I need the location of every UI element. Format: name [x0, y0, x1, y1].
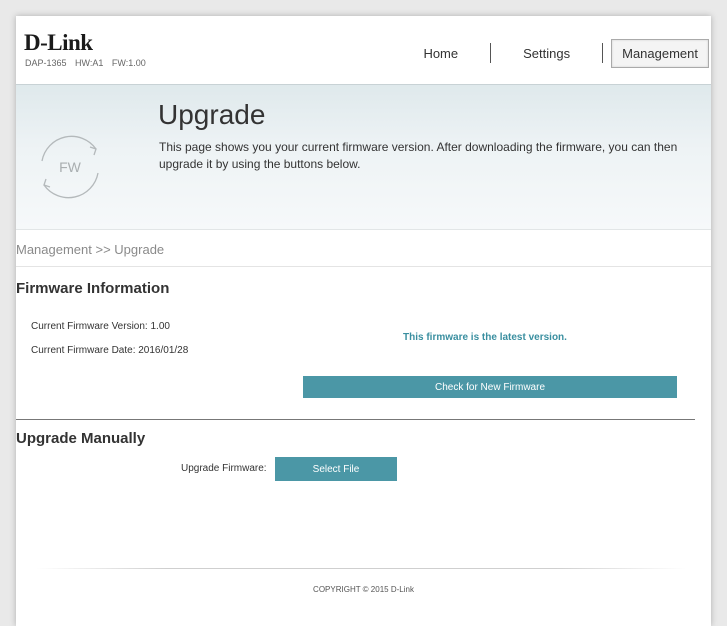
fw-icon-label: FW — [59, 159, 82, 175]
page-banner: FW Upgrade This page shows you your curr… — [16, 84, 711, 230]
firmware-info-heading: Firmware Information — [16, 280, 170, 297]
divider — [16, 266, 711, 267]
current-firmware-version: Current Firmware Version: 1.00 — [31, 321, 170, 332]
firmware-refresh-icon: FW — [41, 135, 99, 199]
nav-divider — [490, 43, 492, 63]
model-label: DAP-1365 — [25, 58, 67, 68]
fw-label: FW:1.00 — [111, 58, 146, 68]
hw-label: HW:A1 — [75, 58, 104, 68]
page-title: Upgrade — [158, 99, 266, 130]
upgrade-manually-heading: Upgrade Manually — [16, 430, 146, 447]
device-info: DAP-1365 HW:A1 FW:1.00 — [25, 58, 152, 68]
page-description: This page shows you your current firmwar… — [159, 140, 678, 171]
dlink-logo: D-Link — [24, 30, 93, 55]
firmware-status-message: This firmware is the latest version. — [403, 332, 567, 343]
current-firmware-date: Current Firmware Date: 2016/01/28 — [31, 345, 189, 356]
upgrade-firmware-label: Upgrade Firmware: — [181, 463, 267, 474]
nav-divider — [602, 43, 604, 63]
nav-settings[interactable]: Settings — [513, 40, 580, 67]
nav-home[interactable]: Home — [413, 40, 468, 67]
section-divider — [16, 419, 695, 420]
nav-management[interactable]: Management — [611, 38, 709, 68]
footer-divider — [36, 568, 686, 569]
header: D-Link DAP-1365 HW:A1 FW:1.00 Home Setti… — [16, 16, 711, 84]
select-file-button[interactable]: Select File — [275, 457, 397, 481]
breadcrumb: Management >> Upgrade — [16, 242, 165, 257]
page-frame: D-Link DAP-1365 HW:A1 FW:1.00 Home Setti… — [16, 16, 711, 626]
top-nav: Home Settings Management — [413, 38, 711, 68]
copyright: COPYRIGHT © 2015 D-Link — [313, 585, 414, 594]
check-new-firmware-button[interactable]: Check for New Firmware — [303, 376, 677, 398]
